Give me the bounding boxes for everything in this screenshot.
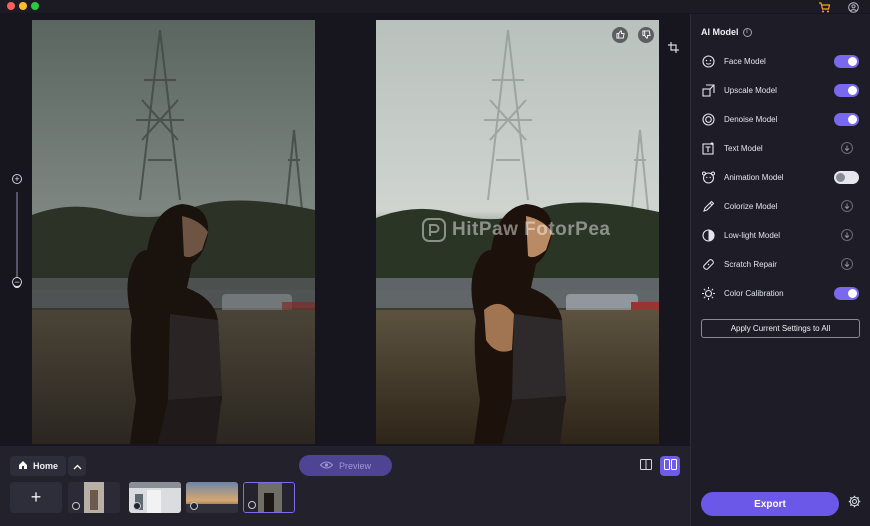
info-icon[interactable]: i bbox=[742, 27, 752, 37]
scratch-repair-expand-button[interactable] bbox=[841, 258, 853, 270]
model-label: Upscale Model bbox=[724, 85, 777, 95]
thumbnail-3[interactable] bbox=[186, 482, 238, 513]
face-model-toggle[interactable] bbox=[834, 54, 859, 68]
upscale-model-toggle[interactable] bbox=[834, 83, 859, 97]
export-button[interactable]: Export bbox=[701, 492, 839, 516]
model-label: Color Calibration bbox=[724, 288, 784, 298]
denoise-model-toggle[interactable] bbox=[834, 112, 859, 126]
text-model-icon bbox=[701, 141, 715, 155]
thumbs-down-button[interactable] bbox=[638, 27, 654, 43]
close-window-button[interactable] bbox=[7, 2, 15, 10]
model-row-denoise: Denoise Model bbox=[701, 110, 859, 128]
expand-filmstrip-button[interactable] bbox=[68, 456, 86, 476]
preview-label: Preview bbox=[338, 460, 371, 471]
model-label: Animation Model bbox=[724, 172, 784, 182]
low-light-icon bbox=[701, 228, 715, 242]
add-image-button[interactable]: + bbox=[10, 482, 62, 513]
thumbs-down-icon bbox=[641, 26, 651, 44]
model-row-low-light: Low-light Model bbox=[701, 226, 859, 244]
model-label: Face Model bbox=[724, 56, 766, 66]
upscale-icon bbox=[701, 83, 715, 97]
model-row-upscale: Upscale Model bbox=[701, 81, 859, 99]
model-row-scratch-repair: Scratch Repair bbox=[701, 255, 859, 273]
zoom-out-button[interactable]: − bbox=[12, 277, 22, 287]
home-button[interactable]: Home bbox=[10, 456, 67, 476]
eye-icon bbox=[319, 461, 334, 471]
panel-title: AI Model bbox=[701, 27, 739, 37]
single-view-icon bbox=[640, 457, 652, 475]
minimize-window-button[interactable] bbox=[19, 2, 27, 10]
gear-icon bbox=[848, 495, 861, 513]
home-label: Home bbox=[33, 461, 59, 471]
status-icon bbox=[248, 501, 256, 509]
thumbs-up-button[interactable] bbox=[612, 27, 628, 43]
thumbnail-1[interactable] bbox=[68, 482, 120, 513]
model-row-animation: Animation Model bbox=[701, 168, 859, 186]
status-icon bbox=[133, 502, 141, 510]
thumbs-up-icon bbox=[615, 26, 625, 44]
settings-button[interactable] bbox=[846, 495, 862, 513]
preview-button[interactable]: Preview bbox=[299, 455, 392, 476]
thumbnail-2[interactable] bbox=[129, 482, 181, 513]
watermark-text: HitPaw FotorPea bbox=[452, 219, 611, 240]
scratch-repair-icon bbox=[701, 257, 715, 271]
bottom-toolbar: Home Preview + bbox=[0, 446, 690, 526]
home-icon bbox=[18, 460, 28, 472]
model-label: Colorize Model bbox=[724, 201, 778, 211]
chevron-up-icon bbox=[73, 457, 82, 475]
text-model-expand-button[interactable] bbox=[841, 142, 853, 154]
status-icon bbox=[190, 502, 198, 510]
status-icon bbox=[72, 502, 80, 510]
model-label: Scratch Repair bbox=[724, 259, 777, 269]
split-view-icon bbox=[663, 457, 677, 475]
zoom-slider-track[interactable] bbox=[16, 192, 18, 284]
zoom-window-button[interactable] bbox=[31, 2, 39, 10]
model-label: Text Model bbox=[724, 143, 763, 153]
face-icon bbox=[701, 54, 715, 68]
color-calibration-toggle[interactable] bbox=[834, 286, 859, 300]
split-view-button[interactable] bbox=[660, 456, 680, 476]
animation-model-toggle[interactable] bbox=[834, 170, 859, 184]
model-row-text: Text Model bbox=[701, 139, 859, 157]
thumbnail-4-selected[interactable] bbox=[243, 482, 295, 513]
crop-button[interactable] bbox=[666, 42, 680, 56]
original-photo bbox=[32, 20, 315, 444]
panel-header: AI Model i bbox=[701, 27, 752, 37]
model-label: Denoise Model bbox=[724, 114, 778, 124]
colorize-model-expand-button[interactable] bbox=[841, 200, 853, 212]
zoom-in-button[interactable]: + bbox=[12, 174, 22, 184]
low-light-model-expand-button[interactable] bbox=[841, 229, 853, 241]
model-row-color-calibration: Color Calibration bbox=[701, 284, 859, 302]
title-bar bbox=[0, 0, 870, 13]
denoise-icon bbox=[701, 112, 715, 126]
crop-icon bbox=[667, 40, 679, 58]
model-row-colorize: Colorize Model bbox=[701, 197, 859, 215]
enhanced-photo: HitPaw FotorPea bbox=[376, 20, 659, 444]
animation-icon bbox=[701, 170, 715, 184]
color-calibration-icon bbox=[701, 286, 715, 300]
model-row-face: Face Model bbox=[701, 52, 859, 70]
apply-settings-to-all-button[interactable]: Apply Current Settings to All bbox=[701, 319, 860, 338]
preview-canvas: + − HitPaw FotorPea bbox=[0, 14, 690, 446]
cart-icon[interactable] bbox=[817, 0, 831, 14]
single-view-button[interactable] bbox=[636, 456, 656, 476]
watermark: HitPaw FotorPea bbox=[422, 218, 610, 242]
ai-model-panel: AI Model i Face Model Upscale Model Deno… bbox=[690, 14, 870, 526]
colorize-icon bbox=[701, 199, 715, 213]
model-label: Low-light Model bbox=[724, 230, 781, 240]
account-icon[interactable] bbox=[846, 0, 860, 14]
